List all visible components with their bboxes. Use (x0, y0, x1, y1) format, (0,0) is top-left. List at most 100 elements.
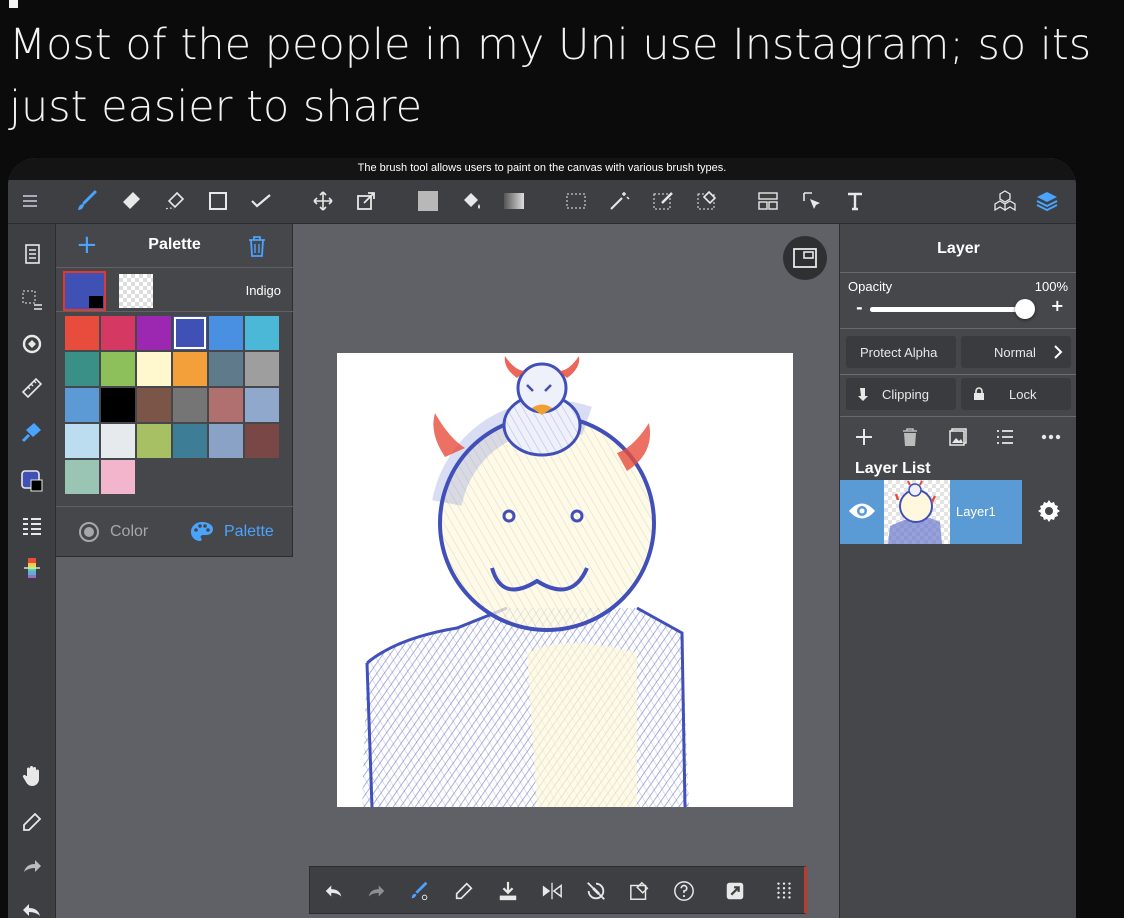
layers-icon[interactable] (1032, 186, 1062, 216)
reference-window-icon[interactable] (783, 236, 827, 280)
layer-list-title: Layer List (855, 460, 931, 477)
color-swatch[interactable] (209, 388, 243, 422)
rectangle-icon[interactable] (203, 186, 233, 216)
flip-icon[interactable] (538, 877, 566, 905)
color-swatch[interactable] (101, 424, 135, 458)
layer-actions (840, 422, 1076, 452)
hand-icon[interactable] (18, 762, 46, 790)
expand-icon[interactable] (721, 877, 749, 905)
visibility-eye-icon[interactable] (848, 500, 876, 526)
color-swatch[interactable] (245, 316, 279, 350)
help-icon[interactable] (670, 877, 698, 905)
rotate-icon[interactable] (18, 330, 46, 358)
edit-selection-icon[interactable] (626, 877, 654, 905)
color-swatch[interactable] (173, 316, 207, 350)
color-swatch[interactable] (101, 460, 135, 494)
redo-icon[interactable] (362, 877, 390, 905)
redo-icon[interactable] (18, 852, 46, 880)
page-icon[interactable] (18, 240, 46, 268)
color-swatch[interactable] (137, 316, 171, 350)
blend-mode-select[interactable]: Normal (961, 336, 1071, 368)
trash-icon[interactable] (246, 234, 268, 262)
color-swatch[interactable] (101, 316, 135, 350)
current-color-swatch[interactable] (63, 271, 106, 311)
ruler-icon[interactable] (18, 374, 46, 402)
color-swatch[interactable] (245, 388, 279, 422)
3d-icon[interactable] (990, 186, 1020, 216)
delete-layer-icon[interactable] (899, 426, 921, 448)
layer-menu-list-icon[interactable] (994, 426, 1016, 448)
more-options-icon[interactable] (1040, 426, 1062, 448)
color-swatch[interactable] (137, 424, 171, 458)
lock-button[interactable]: Lock (961, 378, 1071, 410)
color-swatch[interactable] (65, 388, 99, 422)
tab-color-label: Color (110, 523, 149, 540)
lock-icon (974, 387, 984, 400)
drawing-canvas[interactable] (337, 353, 793, 807)
color-swatch-icon[interactable] (18, 467, 46, 495)
protect-alpha-button[interactable]: Protect Alpha (846, 336, 956, 368)
color-swatch[interactable] (137, 352, 171, 386)
tab-color[interactable]: Color (78, 521, 148, 543)
select-icon[interactable] (561, 186, 591, 216)
layout-icon[interactable] (753, 186, 783, 216)
correction-icon[interactable] (246, 186, 276, 216)
undo-icon[interactable] (18, 896, 46, 918)
divider (840, 328, 1076, 329)
grid-dots-icon[interactable] (770, 877, 798, 905)
color-swatch[interactable] (173, 352, 207, 386)
bucket-icon[interactable] (456, 186, 486, 216)
opacity-decrease-button[interactable]: - (856, 298, 863, 317)
color-swatch[interactable] (173, 388, 207, 422)
opacity-slider[interactable] (870, 299, 1035, 319)
fill-color-icon[interactable] (413, 186, 443, 216)
color-swatch[interactable] (65, 352, 99, 386)
transform-icon[interactable] (351, 186, 381, 216)
select-eraser-icon[interactable] (692, 186, 722, 216)
color-swatch[interactable] (245, 352, 279, 386)
color-swatch[interactable] (101, 352, 135, 386)
fill-icon[interactable] (18, 418, 46, 446)
operation-icon[interactable] (797, 186, 827, 216)
eyedropper-icon[interactable] (450, 877, 478, 905)
secondary-color-chip[interactable] (89, 296, 103, 308)
color-swatch[interactable] (209, 352, 243, 386)
eraser-icon[interactable] (116, 186, 146, 216)
eyedropper-icon[interactable] (18, 808, 46, 836)
layer-thumbnail (884, 480, 950, 544)
magic-wand-icon[interactable] (604, 186, 634, 216)
gradient-icon[interactable] (499, 186, 529, 216)
smudge-icon[interactable] (160, 186, 190, 216)
opacity-increase-button[interactable]: + (1051, 296, 1064, 315)
undo-icon[interactable] (320, 877, 348, 905)
save-download-icon[interactable] (494, 877, 522, 905)
text-icon[interactable] (840, 186, 870, 216)
menu-icon[interactable] (15, 186, 45, 216)
color-swatch[interactable] (245, 424, 279, 458)
tab-palette[interactable]: Palette (190, 521, 274, 543)
color-swatch[interactable] (101, 388, 135, 422)
selection-icon[interactable] (18, 286, 46, 314)
color-swatch[interactable] (65, 424, 99, 458)
color-swatch[interactable] (65, 316, 99, 350)
opacity-slider-thumb[interactable] (1015, 299, 1035, 319)
add-layer-icon[interactable] (853, 426, 875, 448)
rotate-reset-icon[interactable] (582, 877, 610, 905)
transparent-color-swatch[interactable] (119, 274, 153, 308)
color-swatch[interactable] (209, 316, 243, 350)
select-pen-icon[interactable] (648, 186, 678, 216)
layer-settings-gear-icon[interactable] (1036, 498, 1062, 528)
layer-list-icon[interactable] (18, 512, 46, 540)
gradient-bar-icon[interactable] (18, 554, 46, 582)
brush-size-icon[interactable] (406, 877, 434, 905)
color-swatch[interactable] (209, 424, 243, 458)
color-swatch[interactable] (137, 388, 171, 422)
clipping-button[interactable]: Clipping (846, 378, 956, 410)
brush-icon[interactable] (72, 186, 102, 216)
move-icon[interactable] (308, 186, 338, 216)
opacity-value: 100% (1034, 279, 1068, 294)
import-image-icon[interactable] (947, 426, 969, 448)
color-swatch[interactable] (65, 460, 99, 494)
layer-row[interactable]: Layer1 (840, 480, 1022, 544)
color-swatch[interactable] (173, 424, 207, 458)
